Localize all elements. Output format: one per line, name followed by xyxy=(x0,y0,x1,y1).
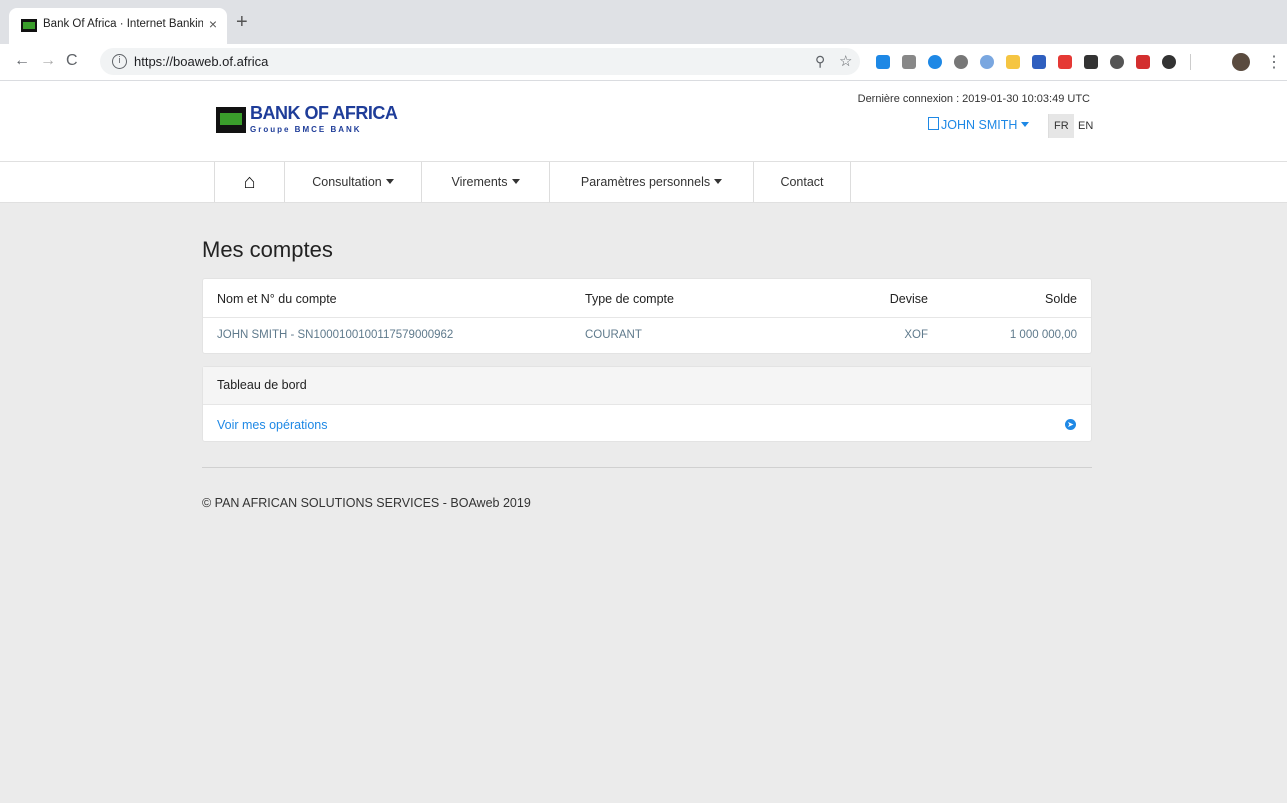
new-tab-button[interactable]: + xyxy=(236,12,248,32)
nav-home[interactable]: ⌂ xyxy=(214,162,284,202)
user-icon xyxy=(928,117,939,130)
logo-subtitle: Groupe BMCE BANK xyxy=(250,125,362,134)
bank-logo-icon xyxy=(216,107,246,133)
lang-fr-button[interactable]: FR xyxy=(1048,114,1074,138)
toolbar-divider xyxy=(1190,54,1191,70)
account-balance: 1 000 000,00 xyxy=(1009,329,1077,341)
logo-title: BANK OF AFRICA xyxy=(250,103,398,123)
view-operations-link[interactable]: Voir mes opérations xyxy=(217,418,327,432)
footer-divider xyxy=(202,467,1092,468)
address-bar[interactable]: i https://boaweb.of.africa xyxy=(100,48,860,75)
dashboard-title: Tableau de bord xyxy=(217,378,307,392)
account-name[interactable]: JOHN SMITH - SN1000100100117579000962 xyxy=(217,329,453,341)
nav-parametres-label: Paramètres personnels xyxy=(580,175,711,189)
home-icon: ⌂ xyxy=(243,171,256,193)
browser-menu-icon[interactable]: ⋮ xyxy=(1266,52,1282,72)
nav-virements[interactable]: Virements xyxy=(421,162,549,202)
extension-icon[interactable] xyxy=(1162,55,1176,69)
forward-icon[interactable]: → xyxy=(40,52,56,70)
nav-contact[interactable]: Contact xyxy=(753,162,851,202)
browser-tabstrip: Bank Of Africa · Internet Banking × + xyxy=(0,0,1287,44)
extension-icon[interactable] xyxy=(1058,55,1072,69)
nav-parametres[interactable]: Paramètres personnels xyxy=(549,162,753,202)
extension-icon[interactable] xyxy=(1110,55,1124,69)
caret-down-icon xyxy=(511,179,520,184)
bank-favicon-icon xyxy=(21,19,37,32)
col-header-account: Nom et N° du compte xyxy=(217,292,337,306)
extension-icon[interactable] xyxy=(1006,55,1020,69)
footer-copyright: © PAN AFRICAN SOLUTIONS SERVICES - BOAwe… xyxy=(202,496,531,510)
caret-down-icon xyxy=(714,179,723,184)
caret-down-icon xyxy=(385,179,394,184)
extension-icon[interactable] xyxy=(1084,55,1098,69)
reload-icon[interactable]: C xyxy=(66,52,78,70)
caret-down-icon xyxy=(1021,122,1030,127)
extension-icon[interactable] xyxy=(928,55,942,69)
back-icon[interactable]: ← xyxy=(14,52,30,70)
extension-icon[interactable] xyxy=(980,55,994,69)
extension-icon[interactable] xyxy=(876,55,890,69)
account-type: COURANT xyxy=(585,329,642,341)
page-title: Mes comptes xyxy=(202,237,333,262)
table-divider xyxy=(203,317,1091,318)
extension-icon[interactable] xyxy=(1136,55,1150,69)
extension-icon[interactable] xyxy=(954,55,968,69)
arrow-right-circle-icon[interactable]: ➤ xyxy=(1065,419,1076,430)
zoom-icon[interactable]: ⚲ xyxy=(815,53,825,70)
url-text[interactable]: https://boaweb.of.africa xyxy=(134,54,268,69)
site-header: BANK OF AFRICA Groupe BMCE BANK Dernière… xyxy=(0,81,1287,162)
last-login-text: Dernière connexion : 2019-01-30 10:03:49… xyxy=(857,93,1090,105)
accounts-table: Nom et N° du compte Type de compte Devis… xyxy=(202,278,1092,354)
dashboard-header: Tableau de bord xyxy=(203,367,1091,405)
extension-icon[interactable] xyxy=(1032,55,1046,69)
col-header-balance: Solde xyxy=(1045,292,1077,306)
nav-contact-label: Contact xyxy=(780,175,824,189)
dashboard-card: Tableau de bord Voir mes opérations ➤ xyxy=(202,366,1092,442)
main-nav: ⌂ Consultation Virements Paramètres pers… xyxy=(0,162,1287,203)
browser-tab[interactable]: Bank Of Africa · Internet Banking × xyxy=(9,8,227,44)
account-currency: XOF xyxy=(904,329,928,341)
bank-logo[interactable]: BANK OF AFRICA Groupe BMCE BANK xyxy=(216,103,398,143)
user-menu[interactable]: JOHN SMITH xyxy=(928,117,1030,132)
lang-en-button[interactable]: EN xyxy=(1073,114,1098,138)
nav-consultation[interactable]: Consultation xyxy=(284,162,421,202)
col-header-type: Type de compte xyxy=(585,292,674,306)
tab-title: Bank Of Africa · Internet Banking xyxy=(43,18,203,30)
nav-consultation-label: Consultation xyxy=(312,175,382,189)
extension-icon[interactable] xyxy=(902,55,916,69)
info-icon[interactable]: i xyxy=(112,54,127,69)
tab-close-icon[interactable]: × xyxy=(209,16,217,32)
bookmark-star-icon[interactable]: ☆ xyxy=(839,52,852,70)
col-header-currency: Devise xyxy=(889,292,928,306)
nav-virements-label: Virements xyxy=(451,175,508,189)
profile-avatar[interactable] xyxy=(1232,53,1250,71)
user-name: JOHN SMITH xyxy=(941,118,1018,132)
